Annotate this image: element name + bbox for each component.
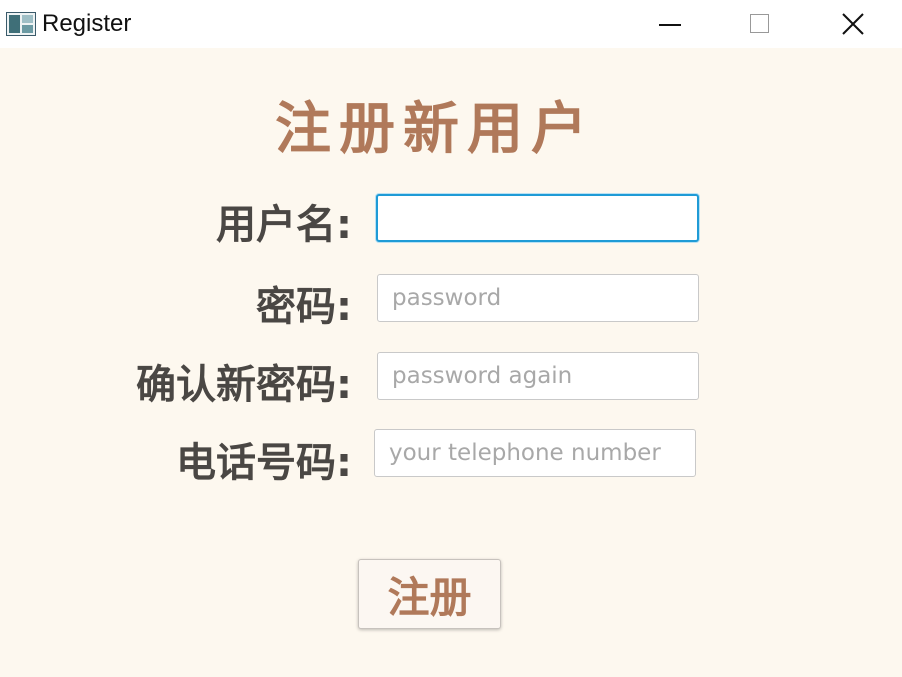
confirm-password-label: 确认新密码: [136,362,352,408]
telephone-label: 电话号码: [176,440,352,486]
title-bar: Register [0,0,902,48]
maximize-icon [750,14,769,33]
minimize-icon [659,24,681,26]
page-title: 注册新用户 [275,97,595,162]
register-button[interactable]: 注册 [358,559,501,629]
username-input[interactable] [376,194,699,242]
close-icon [842,13,864,35]
maximize-button[interactable] [714,0,804,48]
app-window-icon [6,12,36,36]
username-label: 用户名: [216,202,352,248]
minimize-button[interactable] [624,0,714,48]
confirm-password-input[interactable] [377,352,699,400]
telephone-input[interactable] [374,429,696,477]
password-input[interactable] [377,274,699,322]
password-label: 密码: [256,284,352,330]
window-title: Register [42,10,132,37]
close-button[interactable] [806,0,902,48]
